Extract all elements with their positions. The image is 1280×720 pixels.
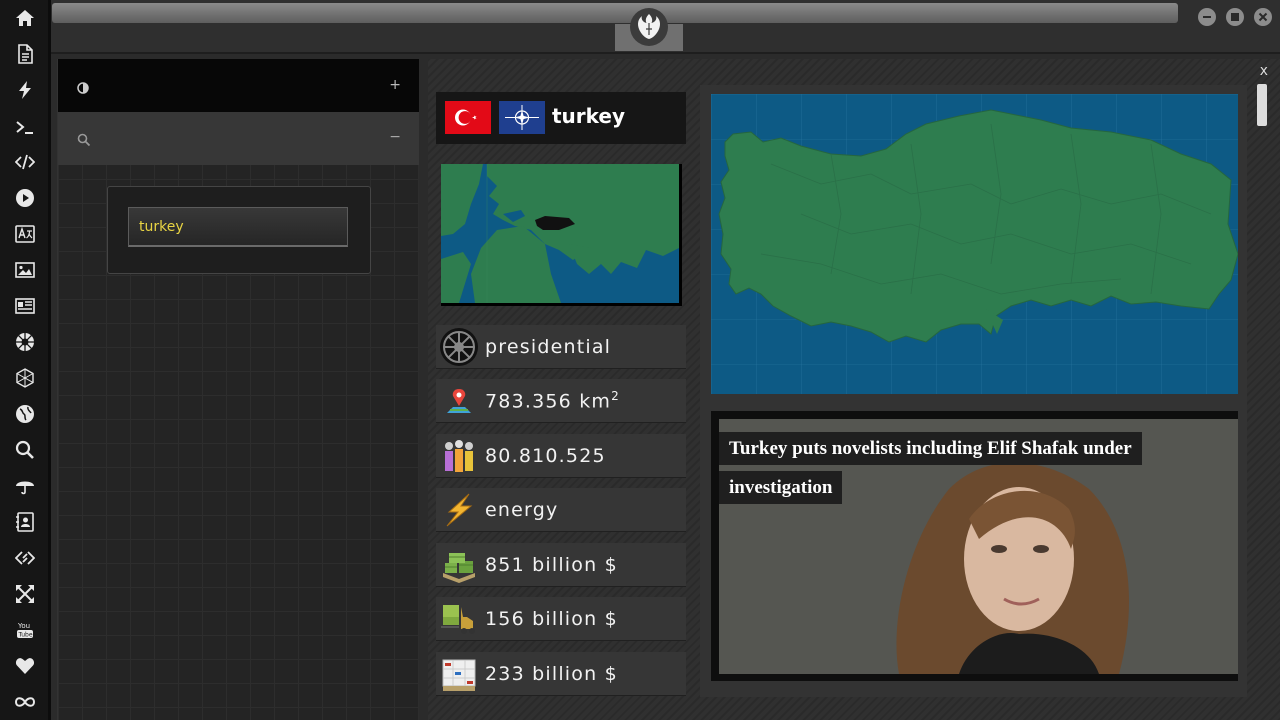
hexagon-network-icon[interactable] <box>13 366 37 390</box>
country-detail-panel: x turkey presidential 783.356 km2 80.810… <box>428 59 1280 720</box>
flash-icon[interactable] <box>13 78 37 102</box>
flag-nato-icon <box>499 101 545 134</box>
government-stat: presidential <box>436 325 686 369</box>
lightning-icon <box>439 490 479 530</box>
collapse-button[interactable]: − <box>389 129 401 145</box>
expand-button[interactable]: + <box>389 77 401 93</box>
gdp-value: 851 billion $ <box>485 553 618 576</box>
play-icon[interactable] <box>13 186 37 210</box>
map-pin-icon <box>439 381 479 421</box>
panel-header-row: + <box>58 59 419 112</box>
world-minimap[interactable] <box>441 164 682 306</box>
svg-text:Tube: Tube <box>18 632 33 639</box>
search-box: turkey <box>107 186 371 274</box>
search-panel: + − turkey <box>57 59 419 720</box>
area-stat: 783.356 km2 <box>436 379 686 423</box>
newspaper-icon[interactable] <box>13 294 37 318</box>
code-icon[interactable] <box>13 150 37 174</box>
infinity-icon[interactable] <box>13 690 37 714</box>
minimize-button[interactable] <box>1198 8 1216 26</box>
import-boxes-icon <box>439 654 479 694</box>
transfer-icon[interactable] <box>13 546 37 570</box>
economy-sector-stat: energy <box>436 488 686 532</box>
export-forklift-icon <box>439 599 479 639</box>
government-value: presidential <box>485 335 612 358</box>
population-value: 80.810.525 <box>485 444 606 467</box>
umbrella-icon[interactable] <box>13 474 37 498</box>
address-bar[interactable] <box>52 3 1178 23</box>
imports-value: 233 billion $ <box>485 662 618 685</box>
country-name: turkey <box>552 104 626 128</box>
money-stack-icon <box>439 545 479 585</box>
contacts-icon[interactable] <box>13 510 37 534</box>
svg-text:You: You <box>17 622 30 630</box>
population-icon <box>439 436 479 476</box>
gdp-stat: 851 billion $ <box>436 543 686 587</box>
sidebar-rail: You Tube <box>0 0 51 720</box>
expand-icon[interactable] <box>13 582 37 606</box>
economy-sector-value: energy <box>485 498 559 521</box>
heart-icon[interactable] <box>13 654 37 678</box>
home-icon[interactable] <box>13 6 37 30</box>
population-stat: 80.810.525 <box>436 434 686 478</box>
flag-turkey-icon <box>445 101 491 134</box>
news-headline-text[interactable]: Turkey puts novelists including Elif Sha… <box>719 432 1142 504</box>
search-icon[interactable] <box>77 132 91 147</box>
search-row: − <box>58 112 419 165</box>
contrast-icon[interactable] <box>77 79 89 94</box>
news-card[interactable]: Turkey puts novelists including Elif Sha… <box>711 411 1238 681</box>
maximize-button[interactable] <box>1226 8 1244 26</box>
search-icon[interactable] <box>13 438 37 462</box>
country-map[interactable] <box>711 94 1238 394</box>
news-headline[interactable]: Turkey puts novelists including Elif Sha… <box>719 429 1142 507</box>
country-search-input[interactable]: turkey <box>128 207 348 247</box>
area-unit-exponent: 2 <box>611 388 620 403</box>
terminal-icon[interactable] <box>13 115 37 139</box>
rebel-alliance-logo-icon[interactable] <box>630 8 668 46</box>
image-icon[interactable] <box>13 258 37 282</box>
youtube-icon[interactable]: You Tube <box>13 618 37 642</box>
imperial-emblem-icon <box>439 327 479 367</box>
imports-stat: 233 billion $ <box>436 652 686 696</box>
exports-value: 156 billion $ <box>485 607 618 630</box>
globe-icon[interactable] <box>13 402 37 426</box>
scrollbar[interactable] <box>1257 84 1267 126</box>
imperial-icon[interactable] <box>13 330 37 354</box>
exports-stat: 156 billion $ <box>436 597 686 641</box>
document-icon[interactable] <box>13 42 37 66</box>
close-button[interactable]: x <box>1260 63 1268 79</box>
area-value: 783.356 km <box>485 390 612 413</box>
close-window-button[interactable] <box>1254 8 1272 26</box>
country-header: turkey <box>436 92 686 144</box>
translate-icon[interactable] <box>13 222 37 246</box>
